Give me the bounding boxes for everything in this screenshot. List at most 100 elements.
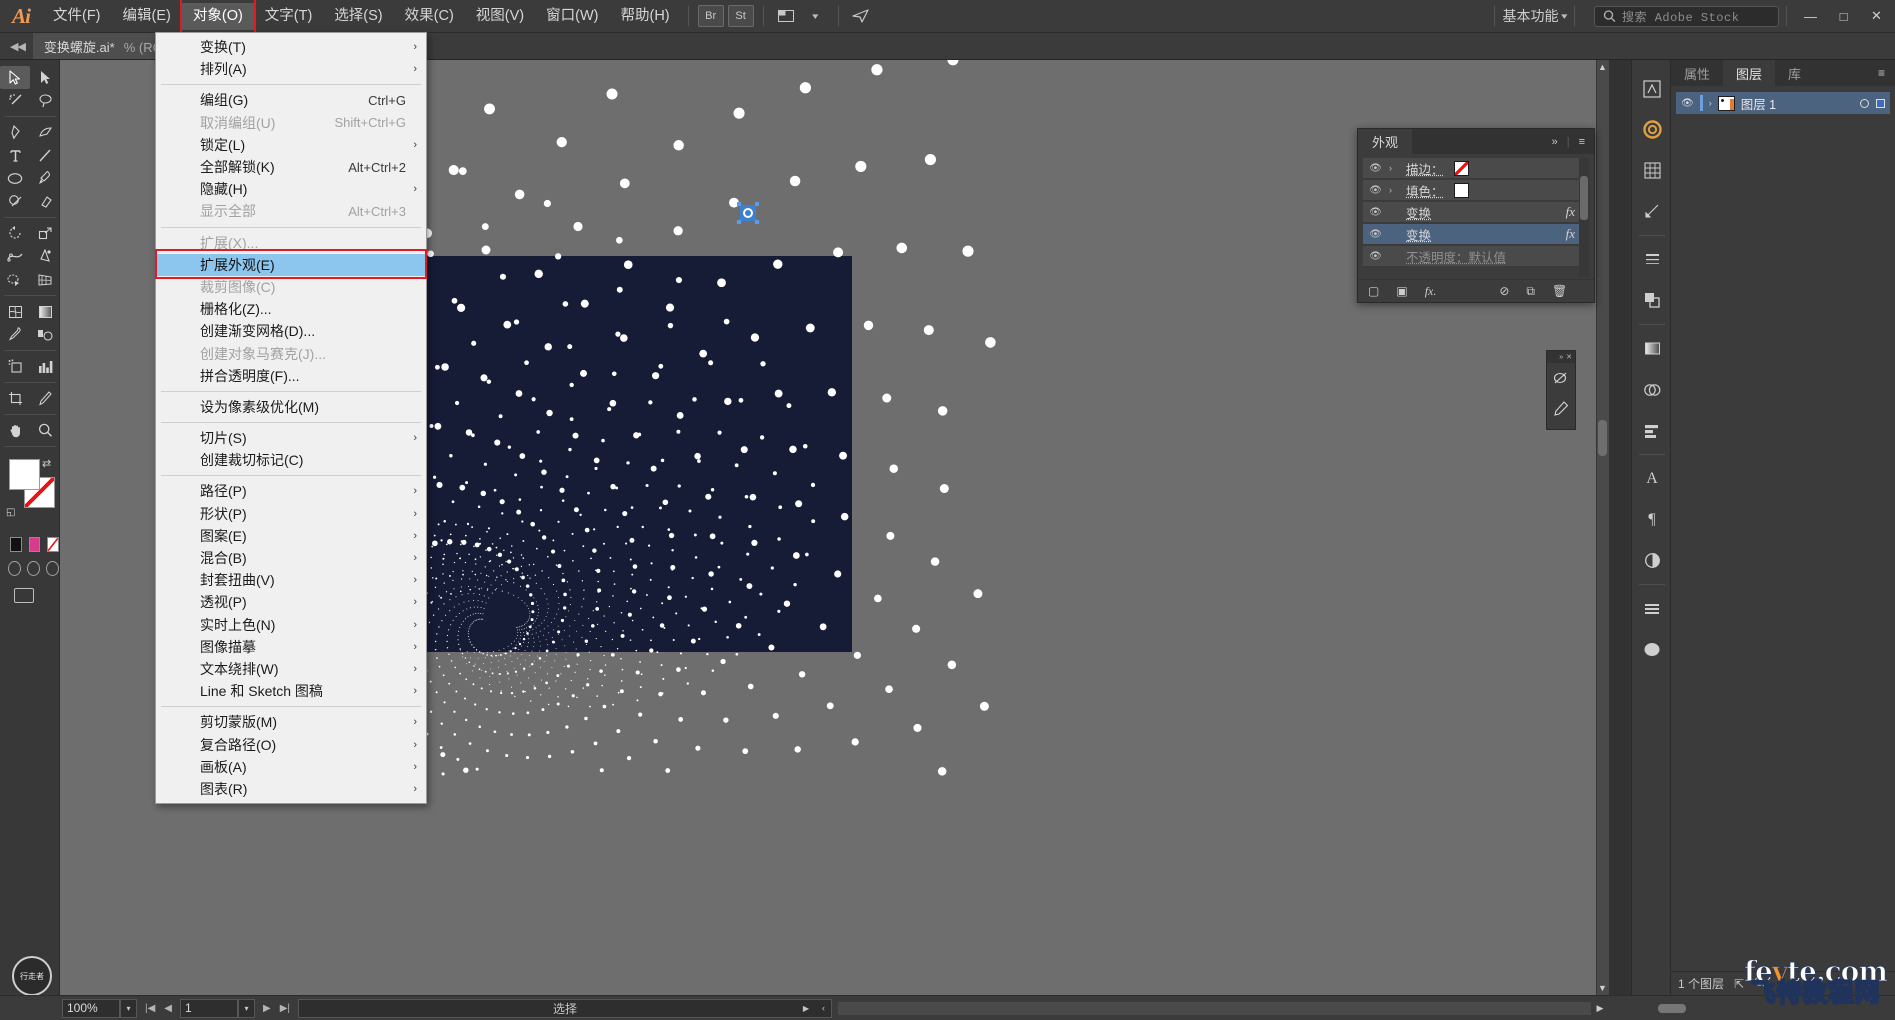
menu-item-37[interactable]: 图表(R) › <box>156 778 426 800</box>
blend-tool[interactable] <box>30 323 60 346</box>
transparency-panel-icon[interactable] <box>1632 280 1672 321</box>
chevron-right-icon[interactable]: › <box>1389 185 1400 195</box>
color-panel-icon[interactable] <box>1632 109 1672 150</box>
artboards-panel-icon[interactable] <box>1632 629 1672 670</box>
chevron-right-icon[interactable]: › <box>1709 98 1712 108</box>
menu-item-1[interactable]: 排列(A) › <box>156 58 426 80</box>
symbol-sprayer-tool[interactable] <box>0 355 30 378</box>
menu-window[interactable]: 窗口(W) <box>535 3 609 30</box>
swatches-panel-icon[interactable] <box>1632 150 1672 191</box>
appearance-panel[interactable]: 外观 » | ≡ 👁 › 描边： 👁 › 填色： 👁 变换 fx 👁 变换 fx… <box>1357 128 1595 303</box>
collapse-panels-icon[interactable]: ◀◀ <box>0 40 33 53</box>
none-mode-button[interactable] <box>47 537 60 552</box>
target-indicator-icon[interactable] <box>1860 98 1869 108</box>
tab-appearance[interactable]: 外观 <box>1358 129 1413 154</box>
menu-type[interactable]: 文字(T) <box>254 3 324 30</box>
menu-item-25[interactable]: 图案(E) › <box>156 525 426 547</box>
delete-item-icon[interactable]: 🗑 <box>1552 284 1567 298</box>
character-panel-icon[interactable]: A <box>1632 458 1672 499</box>
menu-item-11[interactable]: 扩展外观(E) <box>155 248 427 279</box>
appearance-row-fill[interactable]: 👁 › 填色： <box>1363 180 1589 201</box>
menu-item-20[interactable]: 切片(S) › <box>156 427 426 449</box>
paragraph-panel-icon[interactable]: ¶ <box>1632 499 1672 540</box>
menu-view[interactable]: 视图(V) <box>465 3 535 30</box>
collapse-icon[interactable]: » <box>1552 136 1558 148</box>
transform-widget-icon[interactable] <box>737 202 759 224</box>
ellipse-tool[interactable] <box>0 167 30 190</box>
appearance-row-transform-2[interactable]: 👁 变换 fx <box>1363 224 1589 245</box>
zoom-level-input[interactable]: 100% <box>62 998 120 1018</box>
eye-icon[interactable]: 👁 <box>1681 98 1694 109</box>
scroll-up-icon[interactable]: ▲ <box>1597 62 1608 72</box>
eraser-tool[interactable] <box>30 190 60 213</box>
drawing-mode-inside-icon[interactable] <box>46 561 59 576</box>
eye-icon[interactable]: 👁 <box>1368 229 1383 240</box>
appearance-row-stroke[interactable]: 👁 › 描边： <box>1363 158 1589 179</box>
eyedropper-tool[interactable] <box>0 323 30 346</box>
align-panel-icon[interactable] <box>1632 410 1672 451</box>
mini-float-panel[interactable]: » ✕ <box>1546 350 1576 430</box>
eye-icon[interactable]: 👁 <box>1368 185 1383 196</box>
type-tool[interactable] <box>0 144 30 167</box>
layer-name[interactable]: 图层 1 <box>1741 94 1776 113</box>
eye-icon[interactable]: 👁 <box>1368 163 1383 174</box>
menu-effect[interactable]: 效果(C) <box>394 3 465 30</box>
fill-color-swatch[interactable] <box>9 459 40 490</box>
tab-properties[interactable]: 属性 <box>1671 60 1723 86</box>
change-screen-mode-icon[interactable] <box>14 588 34 603</box>
menu-item-34[interactable]: 剪切蒙版(M) › <box>156 711 426 733</box>
stroke-panel-icon[interactable] <box>1632 239 1672 280</box>
paintbrush-tool[interactable] <box>30 167 60 190</box>
menu-item-3[interactable]: 编组(G) Ctrl+G <box>156 89 426 111</box>
fx-icon[interactable]: fx <box>1566 226 1575 242</box>
tab-libraries[interactable]: 库 <box>1775 60 1814 86</box>
menu-help[interactable]: 帮助(H) <box>609 3 680 30</box>
selection-indicator-icon[interactable] <box>1876 98 1885 108</box>
horizontal-scrollbar[interactable] <box>838 1001 1686 1015</box>
search-icon[interactable] <box>1754 975 1767 992</box>
zoom-dropdown-button[interactable]: ▾ <box>120 998 137 1018</box>
collapse-icon[interactable]: » <box>1559 354 1563 361</box>
scrollbar-thumb[interactable] <box>1658 1003 1686 1013</box>
line-segment-tool[interactable] <box>30 144 60 167</box>
menu-item-24[interactable]: 形状(P) › <box>156 503 426 525</box>
bridge-icon[interactable]: Br <box>697 5 724 27</box>
scroll-right-icon[interactable]: ▶ <box>1591 1003 1609 1014</box>
direct-selection-tool[interactable] <box>30 66 60 89</box>
fx-icon[interactable]: fx <box>1566 204 1575 220</box>
spiral-dot-artwork[interactable] <box>282 60 996 776</box>
menu-item-18[interactable]: 设为像素级优化(M) <box>156 396 426 418</box>
stroke-color-chip[interactable] <box>1453 160 1469 176</box>
artboard-number-input[interactable]: 1 <box>180 998 238 1018</box>
lasso-tool[interactable] <box>30 89 60 112</box>
selection-tool[interactable] <box>0 66 30 89</box>
menu-item-13[interactable]: 栅格化(Z)... <box>156 298 426 320</box>
add-new-stroke-icon[interactable]: ▢ <box>1368 284 1379 298</box>
shaper-tool-icon[interactable] <box>1547 363 1575 393</box>
scroll-down-icon[interactable]: ▼ <box>1597 983 1608 993</box>
drawing-mode-normal-icon[interactable] <box>8 561 21 576</box>
appearance-panel-icon[interactable] <box>1632 540 1672 581</box>
slice-tool[interactable] <box>30 387 60 410</box>
free-transform-tool[interactable] <box>30 245 60 268</box>
canvas-navigation-icon[interactable] <box>1632 68 1672 109</box>
tab-layers[interactable]: 图层 <box>1723 60 1776 86</box>
drawing-mode-behind-icon[interactable] <box>27 561 40 576</box>
perspective-grid-tool[interactable] <box>30 268 60 291</box>
scrollbar-thumb[interactable] <box>1598 420 1607 456</box>
gradient-tool[interactable] <box>30 300 60 323</box>
appearance-row-transform-1[interactable]: 👁 变换 fx <box>1363 202 1589 223</box>
eye-icon[interactable]: 👁 <box>1368 207 1383 218</box>
artboard-tool[interactable] <box>0 387 30 410</box>
mesh-tool[interactable] <box>0 300 30 323</box>
window-maximize-button[interactable]: □ <box>1827 1 1860 32</box>
layers-panel-icon[interactable] <box>1632 588 1672 629</box>
column-graph-tool[interactable] <box>30 355 60 378</box>
artboard[interactable] <box>282 60 996 776</box>
menu-item-30[interactable]: 图像描摹 › <box>156 636 426 658</box>
prev-artboard-icon[interactable]: ◀ <box>164 1003 172 1014</box>
stock-search-input[interactable]: 搜索 Adobe Stock <box>1594 5 1779 27</box>
pen-tool[interactable] <box>0 121 30 144</box>
duplicate-item-icon[interactable]: ⧉ <box>1526 284 1535 299</box>
eye-icon[interactable]: 👁 <box>1368 251 1383 262</box>
